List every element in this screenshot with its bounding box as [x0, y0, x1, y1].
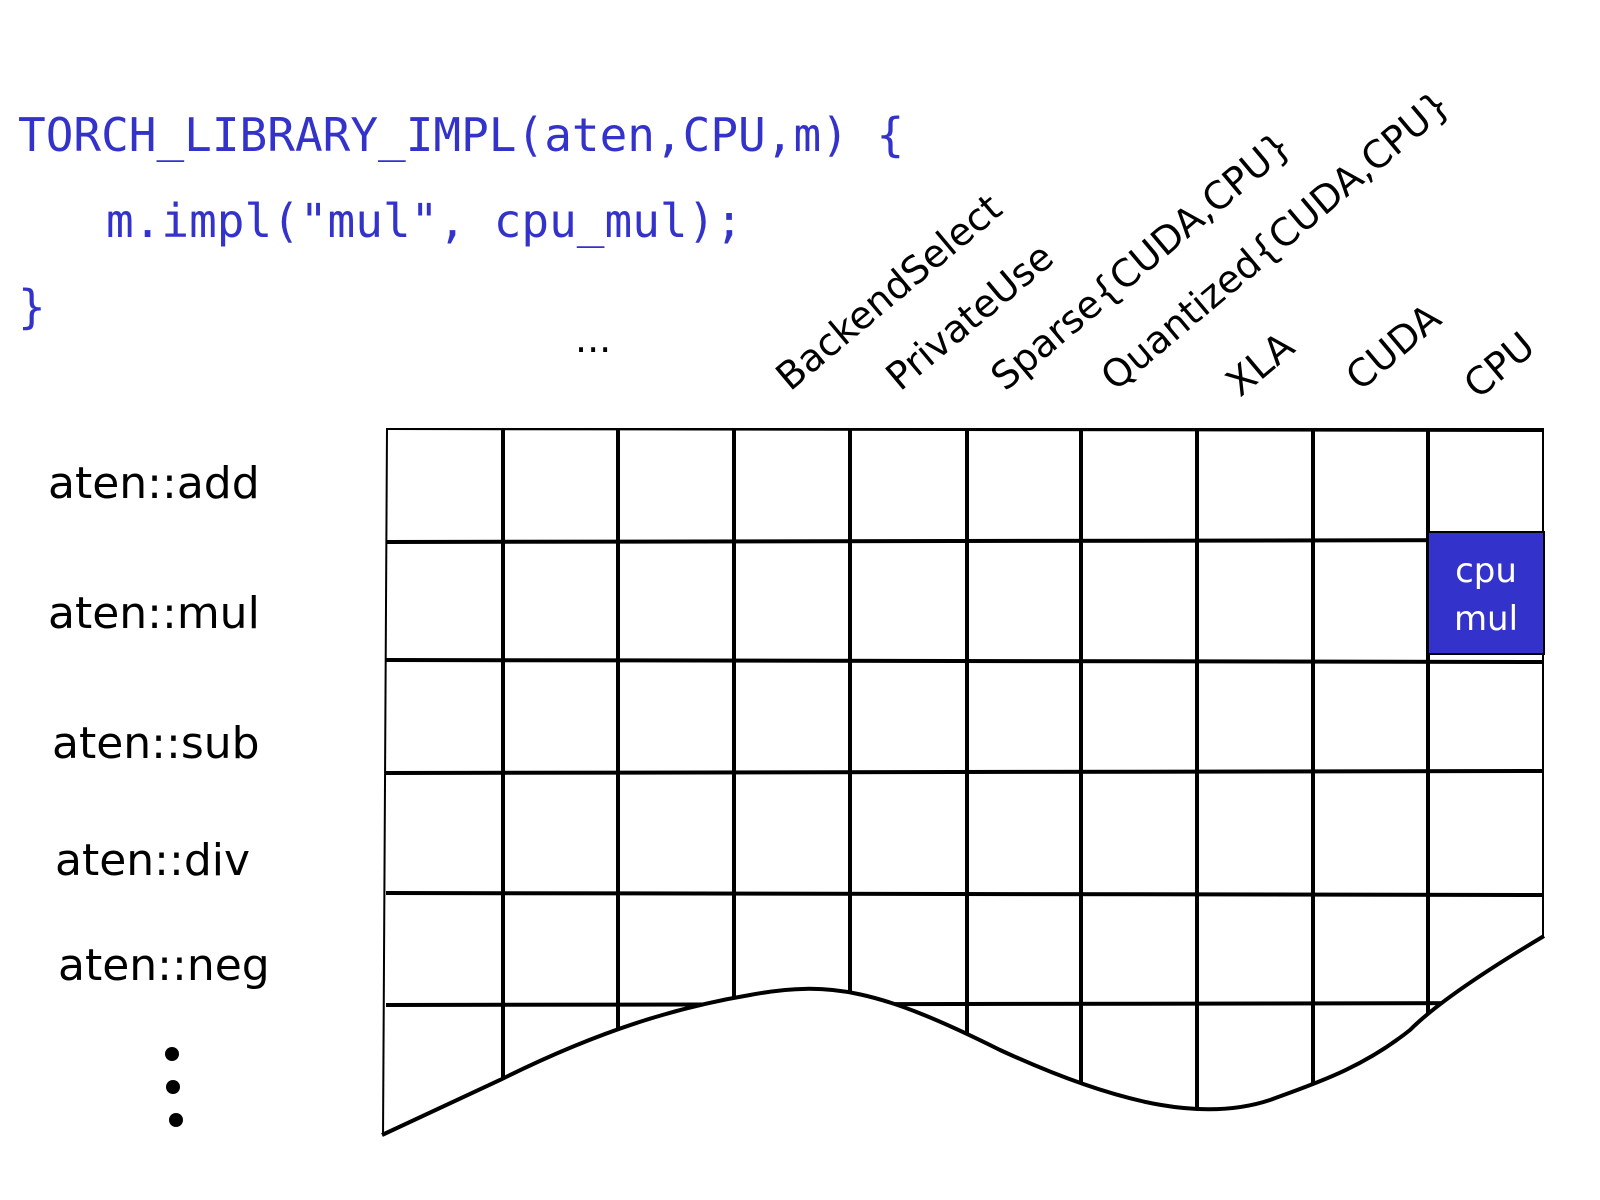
grid-row-line [385, 428, 1544, 432]
dispatch-table-diagram: cpu mul ... BackendSelect PrivateUse Spa… [48, 82, 1546, 1137]
row-label-mul: aten::mul [48, 588, 260, 639]
grid-bottom-wavy-edge [381, 934, 1546, 1137]
column-label-cuda: CUDA [1338, 295, 1450, 399]
grid-row-line [385, 769, 1544, 775]
highlighted-cell-text-line-2: mul [1454, 599, 1518, 639]
rows-ellipsis-dot [165, 1047, 179, 1061]
grid-row-line [385, 538, 1544, 544]
highlighted-cell-text-line-1: cpu [1455, 551, 1517, 591]
column-labels: BackendSelect PrivateUse Sparse{CUDA,CPU… [768, 82, 1543, 407]
row-label-sub: aten::sub [52, 718, 260, 769]
row-label-div: aten::div [55, 835, 250, 886]
grid-row-line [385, 1001, 1544, 1007]
column-ellipsis: ... [575, 317, 611, 361]
highlighted-cell-cpu-mul: cpu mul [1427, 531, 1545, 655]
rows-ellipsis-dots [165, 1047, 183, 1127]
column-label-cpu: CPU [1456, 324, 1543, 407]
grid-row-line [385, 891, 1544, 897]
rows-ellipsis-dot [166, 1080, 180, 1094]
row-label-neg: aten::neg [58, 940, 270, 991]
column-label-xla: XLA [1218, 324, 1303, 405]
grid-row-line [385, 658, 1544, 664]
grid-column-line [382, 428, 388, 1135]
row-label-add: aten::add [48, 458, 260, 509]
row-labels: aten::add aten::mul aten::sub aten::div … [48, 458, 270, 991]
rows-ellipsis-dot [169, 1113, 183, 1127]
